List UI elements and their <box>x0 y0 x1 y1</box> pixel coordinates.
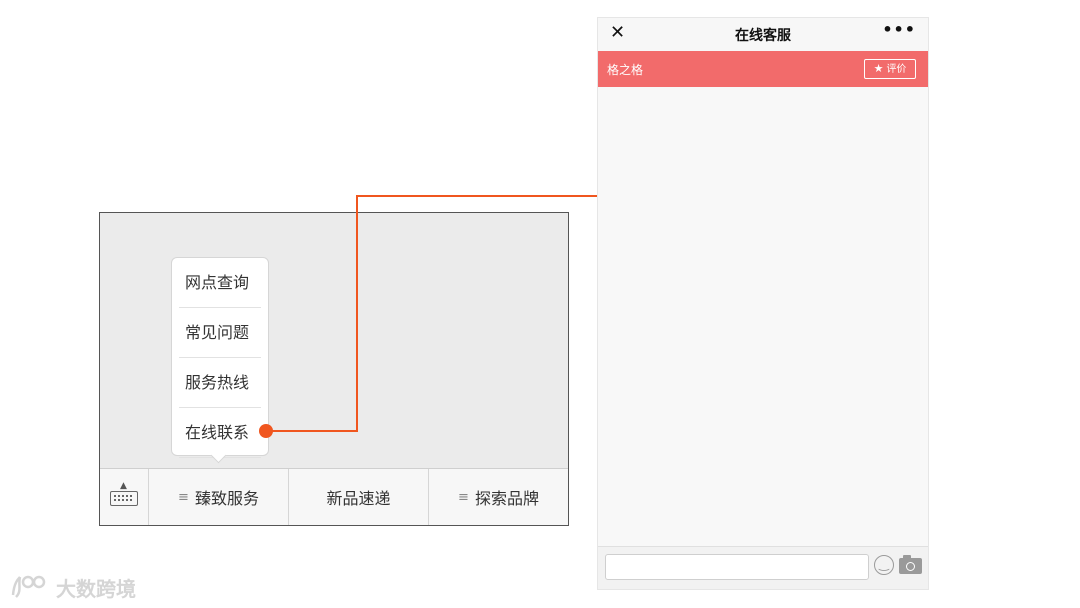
camera-icon[interactable] <box>899 555 922 574</box>
store-bar: 格之格 ★ 评价 <box>598 51 928 87</box>
star-icon: ★ <box>873 62 884 75</box>
watermark-logo <box>11 575 46 598</box>
more-icon[interactable]: ••• <box>882 20 916 39</box>
emoji-icon[interactable]: ‿ <box>874 555 894 575</box>
connector-start-dot <box>259 424 273 438</box>
message-input[interactable] <box>605 554 869 580</box>
chat-header: ✕ 在线客服 ••• <box>598 18 928 51</box>
rate-button[interactable]: ★ 评价 <box>864 59 916 79</box>
watermark-text: 大数跨境 <box>56 576 136 601</box>
chat-message-area <box>598 87 928 547</box>
chat-input-bar: ‿ <box>598 546 928 589</box>
rate-label: 评价 <box>886 64 907 75</box>
watermark: 大数跨境 <box>10 572 136 602</box>
connector-path <box>266 195 634 432</box>
page-title: 在线客服 <box>735 28 791 44</box>
store-name: 格之格 <box>607 63 644 77</box>
chat-screen: ✕ 在线客服 ••• 格之格 ★ 评价 ‿ <box>597 17 929 590</box>
